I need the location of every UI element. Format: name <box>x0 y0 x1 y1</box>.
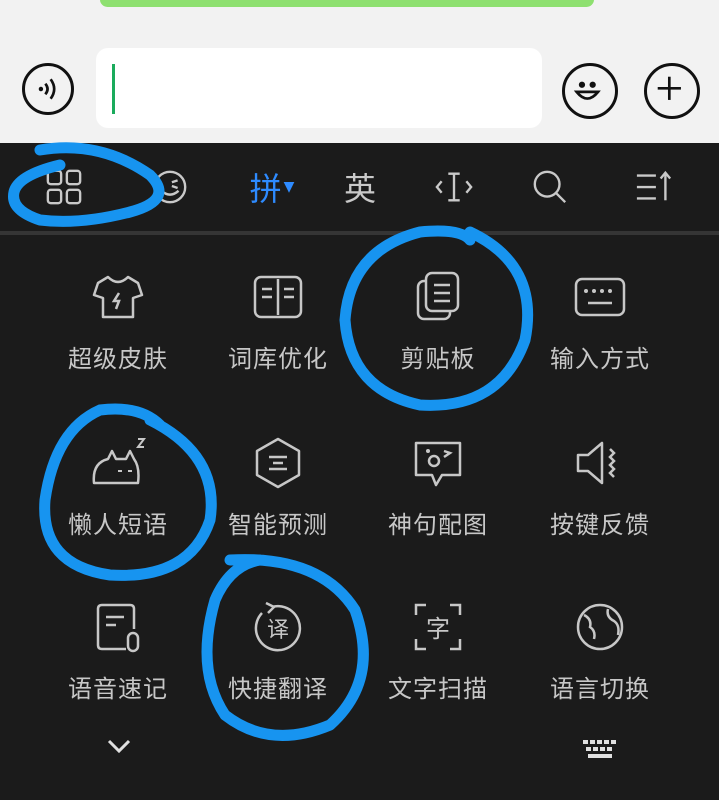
feature-label: 按键反馈 <box>550 511 650 539</box>
shirt-icon <box>92 275 144 319</box>
smiley-icon <box>573 81 601 100</box>
feature-label: 神句配图 <box>388 511 488 539</box>
pinyin-tab[interactable]: 拼 ▼ <box>240 163 304 211</box>
feature-voice-note[interactable]: 语音速记 <box>38 597 198 737</box>
scan-icon: 字 <box>414 603 462 651</box>
apps-grid-icon <box>46 169 82 205</box>
feature-label: 智能预测 <box>228 511 328 539</box>
feature-super-skin[interactable]: 超级皮肤 <box>38 267 198 407</box>
feature-label: 超级皮肤 <box>68 345 168 373</box>
feature-smart-predict[interactable]: 智能预测 <box>198 433 358 573</box>
message-input[interactable] <box>96 48 542 128</box>
collapse-keyboard-button[interactable] <box>104 737 134 761</box>
feature-clipboard[interactable]: 剪贴板 <box>358 267 518 407</box>
keyboard-icon <box>574 277 626 317</box>
feature-language-switch[interactable]: 语言切换 <box>520 597 680 737</box>
cursor-move-button[interactable] <box>426 163 482 211</box>
voice-wave-icon <box>38 78 56 100</box>
add-button[interactable] <box>644 63 700 119</box>
apps-grid-button[interactable] <box>36 163 92 211</box>
feature-label: 快捷翻译 <box>228 675 328 703</box>
svg-text:译: 译 <box>267 618 289 643</box>
more-menu-button[interactable] <box>626 163 682 211</box>
voice-input-button[interactable] <box>22 63 74 115</box>
english-tab[interactable]: 英 <box>332 163 388 211</box>
globe-icon <box>576 603 624 651</box>
feature-label: 词库优化 <box>228 345 328 373</box>
search-icon <box>533 170 567 204</box>
emoji-icon <box>153 170 187 204</box>
feature-label: 语言切换 <box>550 675 650 703</box>
search-button[interactable] <box>522 163 578 211</box>
feature-label: 剪贴板 <box>400 345 476 373</box>
keyboard-toolbar: 拼 ▼ 英 <box>0 143 719 231</box>
keyboard-small-icon <box>583 740 616 758</box>
picture-icon <box>414 441 462 487</box>
plus-icon <box>657 76 681 100</box>
feature-label: 文字扫描 <box>388 675 488 703</box>
feature-lazy-phrases[interactable]: 懒人短语 <box>38 433 198 573</box>
cursor-icon <box>435 172 473 202</box>
feature-input-method[interactable]: 输入方式 <box>520 267 680 407</box>
feature-sentence-image[interactable]: 神句配图 <box>358 433 518 573</box>
feature-text-scan[interactable]: 字 文字扫描 <box>358 597 518 737</box>
chevron-down-icon <box>107 739 131 754</box>
speaker-icon <box>576 441 616 485</box>
text-caret <box>112 64 115 114</box>
feature-label: 懒人短语 <box>68 511 168 539</box>
translate-icon: 译 <box>254 601 302 652</box>
keyboard-panel: 拼 ▼ 英 超级皮肤 词库优化 剪贴板 输入方式 懒人短语 智能预测 神句配图 … <box>0 143 719 800</box>
keyboard-toggle-button[interactable] <box>582 739 618 765</box>
predict-icon <box>255 437 301 489</box>
emoji-button[interactable] <box>562 63 618 119</box>
book-icon <box>253 275 303 319</box>
feature-label: 输入方式 <box>550 345 650 373</box>
menu-icon <box>636 170 672 201</box>
lazy-cat-icon <box>92 438 146 485</box>
feature-label: 语音速记 <box>68 675 168 703</box>
feature-dictionary-optimize[interactable]: 词库优化 <box>198 267 358 407</box>
chevron-down-icon: ▼ <box>283 179 295 195</box>
pinyin-tab-label: 拼 <box>249 170 282 208</box>
message-input-bar <box>0 0 719 143</box>
feature-quick-translate[interactable]: 译 快捷翻译 <box>198 597 358 737</box>
clipboard-icon <box>416 271 460 321</box>
emoji-tool-button[interactable] <box>142 163 198 211</box>
svg-text:字: 字 <box>426 615 450 643</box>
top-status-strip <box>100 0 594 7</box>
toolbar-divider <box>0 231 719 235</box>
feature-key-feedback[interactable]: 按键反馈 <box>520 433 680 573</box>
voice-note-icon <box>96 603 140 653</box>
english-tab-label: 英 <box>343 170 376 208</box>
